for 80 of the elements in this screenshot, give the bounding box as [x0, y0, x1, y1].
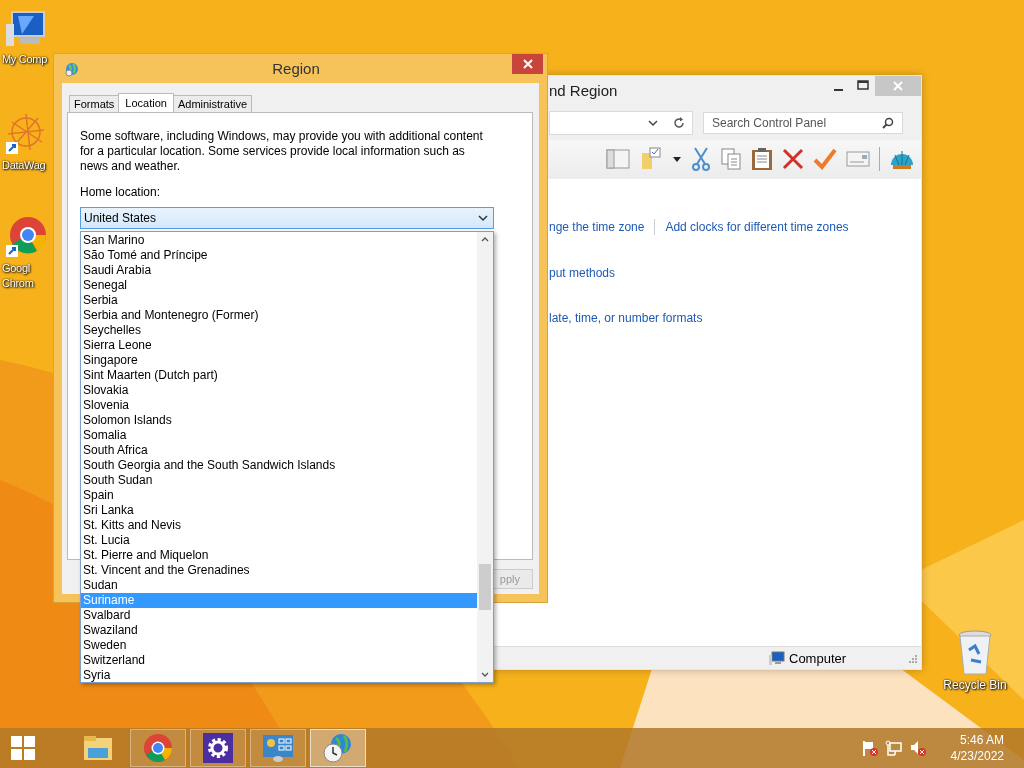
scrollbar[interactable]	[477, 232, 493, 682]
windows-logo-icon[interactable]	[10, 735, 36, 761]
dropdown-option[interactable]: Spain	[81, 488, 477, 503]
dropdown-option[interactable]: Solomon Islands	[81, 413, 477, 428]
task-link[interactable]: late, time, or number formats	[549, 311, 703, 325]
scissors-icon[interactable]	[691, 147, 711, 171]
dropdown-option[interactable]: St. Vincent and the Grenadines	[81, 563, 477, 578]
dropdown-option[interactable]: Saudi Arabia	[81, 263, 477, 278]
dropdown-option[interactable]: St. Lucia	[81, 533, 477, 548]
refresh-icon[interactable]	[672, 116, 686, 130]
taskbar-app[interactable]	[190, 729, 246, 767]
globe-icon	[64, 60, 80, 77]
chevron-up-icon[interactable]	[481, 236, 489, 242]
delete-icon[interactable]	[782, 148, 804, 170]
dropdown-option[interactable]: San Marino	[81, 233, 477, 248]
chrome-icon[interactable]	[4, 215, 48, 259]
folder-icon	[82, 734, 114, 762]
close-icon	[892, 80, 904, 92]
dropdown-option[interactable]: Sierra Leone	[81, 338, 477, 353]
checkmark-icon[interactable]	[813, 148, 837, 170]
dropdown-option[interactable]: Syria	[81, 668, 477, 683]
control-panel-icon	[262, 733, 294, 763]
dropdown-option[interactable]: Singapore	[81, 353, 477, 368]
computer-icon	[769, 651, 785, 665]
gear-icon	[203, 733, 233, 763]
task-link[interactable]: Add clocks for different time zones	[665, 220, 849, 234]
home-location-dropdown[interactable]: United States	[80, 207, 494, 229]
chevron-down-icon[interactable]	[648, 119, 658, 127]
tab[interactable]: Location	[118, 93, 174, 112]
dropdown-option[interactable]: Serbia and Montenegro (Former)	[81, 308, 477, 323]
search-icon	[882, 117, 894, 129]
task-link[interactable]: nge the time zone	[549, 220, 645, 234]
resize-grip-icon[interactable]	[908, 653, 917, 663]
clock-globe-icon	[322, 732, 354, 764]
dropdown-option[interactable]: St. Kitts and Nevis	[81, 518, 477, 533]
clipboard-icon[interactable]	[751, 147, 773, 171]
description-text: Some software, including Windows, may provide you with additional content for a particular location. Some services provide local information such as news and weather.	[80, 129, 484, 174]
dropdown-option[interactable]: Swaziland	[81, 623, 477, 638]
status-location: Computer	[789, 650, 847, 666]
dropdown-option[interactable]: South Africa	[81, 443, 477, 458]
dropdown-option[interactable]: Sri Lanka	[81, 503, 477, 518]
chevron-down-icon[interactable]	[481, 672, 489, 678]
folder-icon[interactable]	[639, 147, 663, 171]
dropdown-option[interactable]: St. Pierre and Miquelon	[81, 548, 477, 563]
flag-error-icon[interactable]	[860, 739, 879, 757]
speaker-muted-icon[interactable]	[908, 739, 927, 757]
dropdown-option[interactable]: Svalbard	[81, 608, 477, 623]
layout-icon[interactable]	[606, 148, 630, 170]
dropdown-option[interactable]: Slovenia	[81, 398, 477, 413]
close-icon	[522, 59, 533, 69]
network-icon[interactable]	[884, 739, 903, 757]
chrome-icon	[143, 733, 173, 763]
chevron-down-icon	[478, 214, 488, 222]
clock-time: 5:46 AM	[959, 732, 1004, 748]
dropdown-option[interactable]: Sudan	[81, 578, 477, 593]
dropdown-option[interactable]: Somalia	[81, 428, 477, 443]
dropdown-option[interactable]: Slovakia	[81, 383, 477, 398]
search-field[interactable]: Search Control Panel	[703, 112, 903, 134]
dropdown-option[interactable]: Senegal	[81, 278, 477, 293]
task-link[interactable]: put methods	[549, 266, 616, 280]
dropdown-option[interactable]: Sint Maarten (Dutch part)	[81, 368, 477, 383]
copy-icon[interactable]	[720, 147, 742, 171]
home-location-label: Home location:	[80, 185, 162, 199]
dropdown-option[interactable]: Switzerland	[81, 653, 477, 668]
close-button[interactable]	[512, 54, 543, 74]
dropdown-option[interactable]: South Georgia and the South Sandwich Islands	[81, 458, 477, 473]
dropdown-option[interactable]: Sweden	[81, 638, 477, 653]
caret-icon[interactable]	[672, 155, 682, 163]
dialog-title: Region	[271, 60, 321, 77]
recycle-bin-icon[interactable]	[957, 630, 993, 676]
tab[interactable]: Administrative	[172, 95, 252, 112]
window-title: nd Region	[549, 81, 618, 99]
scroll-thumb[interactable]	[479, 564, 491, 610]
dropdown-option[interactable]: Serbia	[81, 293, 477, 308]
clock-date: 4/23/2022	[950, 748, 1004, 764]
dropdown-option[interactable]: Seychelles	[81, 323, 477, 338]
card-icon[interactable]	[846, 150, 870, 168]
tab[interactable]: Formats	[69, 95, 120, 112]
dropdown-option[interactable]: São Tomé and Príncipe	[81, 248, 477, 263]
dropdown-option[interactable]: South Sudan	[81, 473, 477, 488]
